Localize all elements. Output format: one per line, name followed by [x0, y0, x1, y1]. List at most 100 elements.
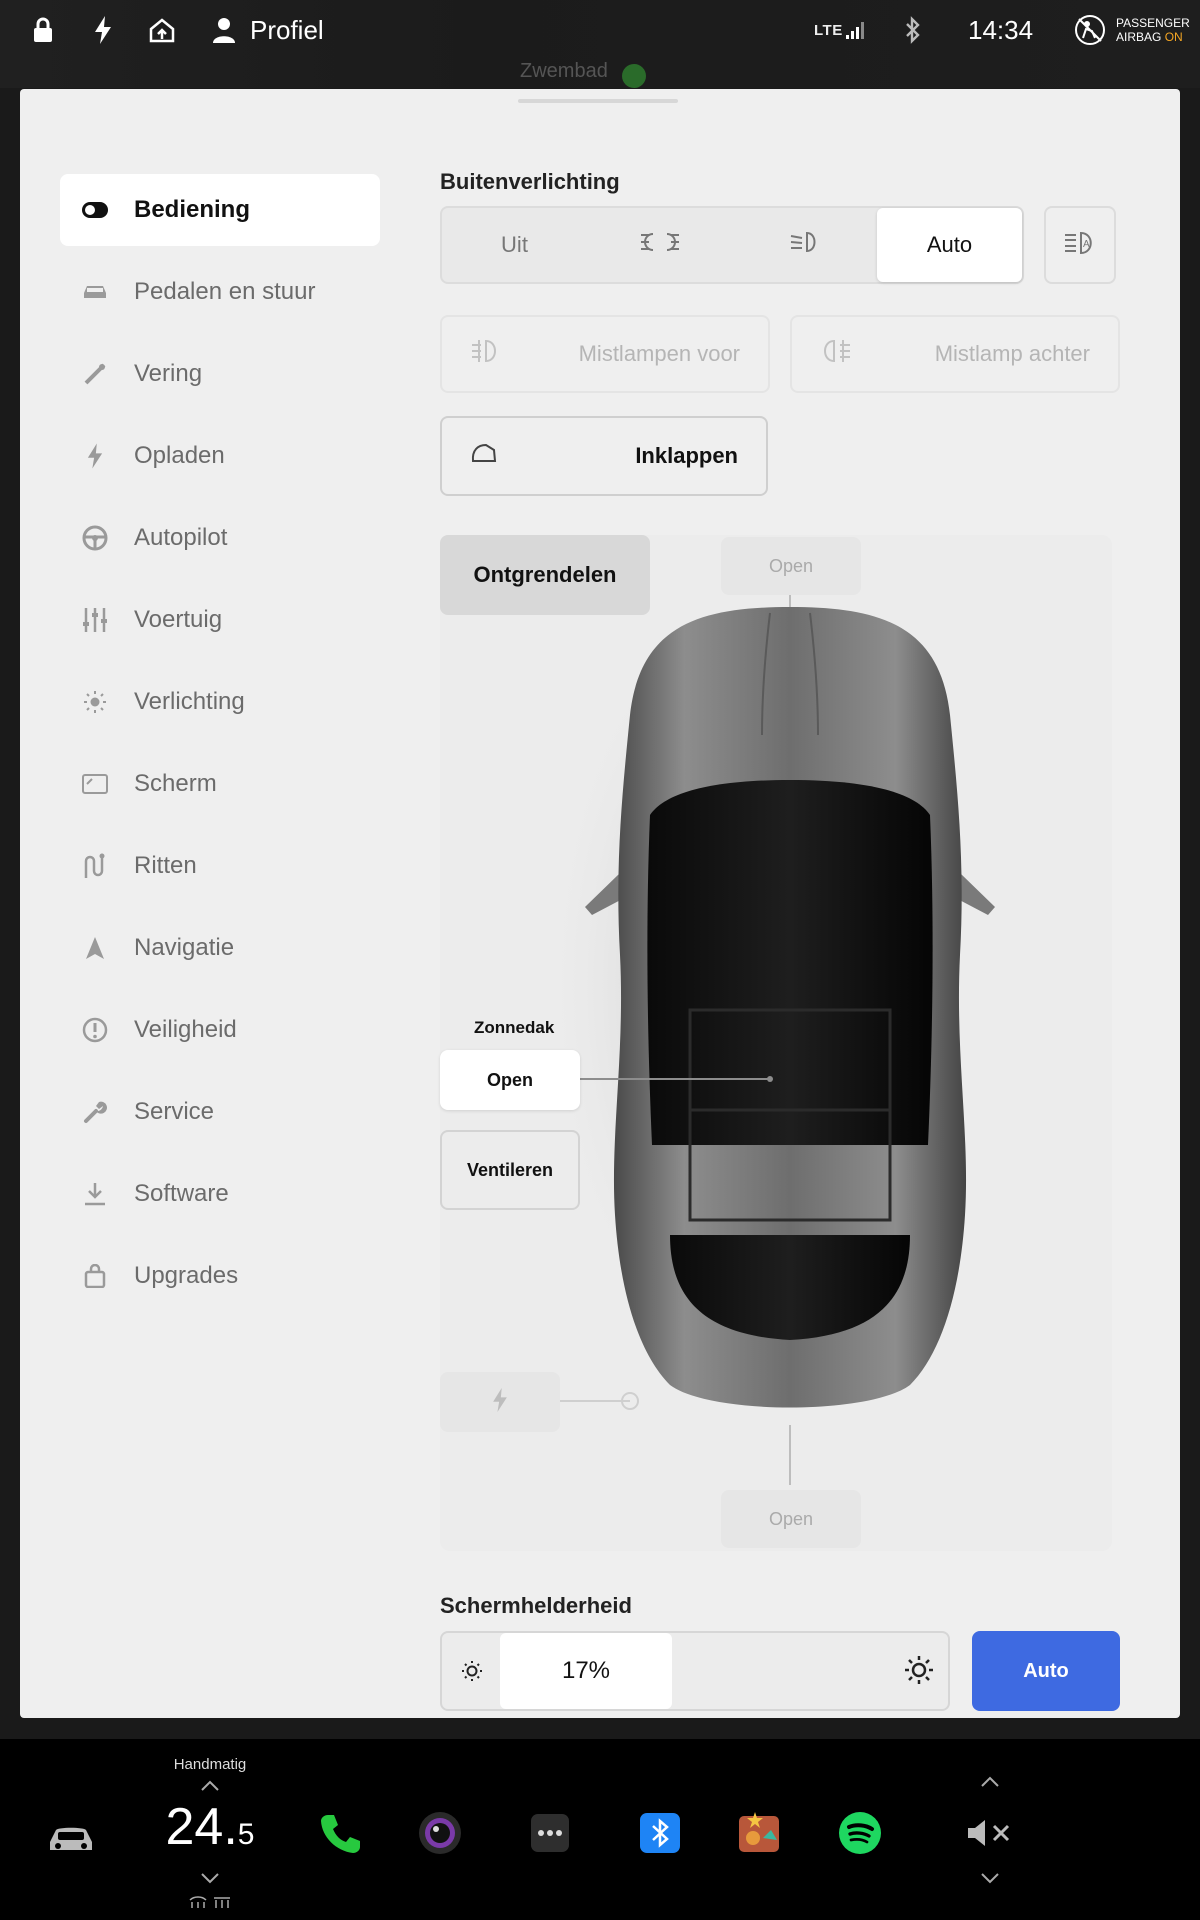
- auto-high-beam-button[interactable]: A: [1044, 206, 1116, 284]
- exterior-lighting-title: Buitenverlichting: [440, 169, 620, 194]
- brightness-slider[interactable]: 17%: [440, 1631, 950, 1711]
- lighting-lowbeam-option[interactable]: [732, 208, 877, 282]
- sidebar-item-label: Veiligheid: [134, 1016, 237, 1043]
- brightness-title: Schermhelderheid: [440, 1593, 632, 1618]
- sunroof-vent-button[interactable]: Ventileren: [440, 1130, 580, 1210]
- spotify-icon[interactable]: [832, 1805, 888, 1861]
- exterior-lighting-selector: Uit Auto: [440, 206, 1024, 284]
- map-label: Zwembad: [520, 60, 608, 82]
- sunroof-open-button[interactable]: Open: [440, 1050, 580, 1110]
- bluetooth-icon[interactable]: [632, 1805, 688, 1861]
- sidebar: Bediening Pedalen en stuur Vering Oplade…: [60, 174, 380, 1322]
- sliders-icon: [82, 607, 108, 633]
- controls-content: Buitenverlichting Uit Auto A Mistlampen …: [440, 89, 1140, 1718]
- phone-icon[interactable]: [312, 1805, 368, 1861]
- brightness-auto-button[interactable]: Auto: [972, 1631, 1120, 1711]
- seat-heater-icons[interactable]: [180, 1891, 240, 1913]
- screen-icon: [82, 771, 108, 797]
- temp-decimal: 5: [237, 1818, 255, 1851]
- sidebar-item-vering[interactable]: Vering: [60, 338, 380, 410]
- profile-button[interactable]: Profiel: [212, 0, 324, 60]
- lighting-off-option[interactable]: Uit: [442, 208, 587, 282]
- parking-lights-icon: [639, 231, 681, 259]
- sun-icon: [82, 689, 108, 715]
- charge-port-button[interactable]: [440, 1372, 560, 1432]
- sidebar-item-label: Scherm: [134, 770, 217, 797]
- temp-down-chevron-icon[interactable]: [195, 1867, 225, 1889]
- steering-wheel-icon: [82, 525, 108, 551]
- rear-fog-button[interactable]: Mistlamp achter: [790, 315, 1120, 393]
- mute-icon[interactable]: [960, 1809, 1020, 1857]
- user-icon: [212, 17, 236, 43]
- front-fog-icon: [470, 338, 502, 370]
- car-icon: [82, 279, 108, 305]
- sidebar-item-label: Vering: [134, 360, 203, 387]
- sidebar-item-service[interactable]: Service: [60, 1076, 380, 1148]
- sidebar-item-bediening[interactable]: Bediening: [60, 174, 380, 246]
- frunk-open-button[interactable]: Open: [721, 537, 861, 595]
- wrench-icon: [82, 1099, 108, 1125]
- profile-label: Profiel: [250, 14, 324, 45]
- more-icon[interactable]: [522, 1805, 578, 1861]
- bolt-icon: [492, 1387, 508, 1417]
- download-icon: [82, 1181, 108, 1207]
- volume-up-chevron-icon[interactable]: [975, 1771, 1005, 1793]
- cellular-status: LTE: [814, 0, 867, 60]
- car-icon[interactable]: [40, 1819, 102, 1861]
- unlock-button[interactable]: Ontgrendelen: [440, 535, 650, 615]
- sidebar-item-autopilot[interactable]: Autopilot: [60, 502, 380, 574]
- camera-icon[interactable]: [412, 1805, 468, 1861]
- toggle-icon: [82, 197, 108, 223]
- status-bar: Zwembad Profiel LTE 14:34 PASSENGER AIRB…: [0, 0, 1200, 88]
- front-fog-label: Mistlampen voor: [578, 341, 740, 366]
- brightness-high-icon: [904, 1655, 934, 1690]
- sidebar-item-label: Upgrades: [134, 1262, 239, 1289]
- passenger-airbag-status: PASSENGER AIRBAG ON: [1074, 0, 1190, 60]
- trunk-open-button[interactable]: Open: [721, 1490, 861, 1548]
- navigation-icon: [82, 935, 108, 961]
- sidebar-item-label: Pedalen en stuur: [134, 278, 316, 305]
- clock: 14:34: [968, 14, 1034, 45]
- sidebar-item-pedalen-en-stuur[interactable]: Pedalen en stuur: [60, 256, 380, 328]
- bluetooth-icon[interactable]: [904, 0, 922, 60]
- fold-mirrors-button[interactable]: Inklappen: [440, 416, 768, 496]
- climate-mode-label: Handmatig: [173, 1756, 247, 1773]
- brightness-value: 17%: [500, 1633, 672, 1709]
- sidebar-item-label: Ritten: [134, 852, 197, 879]
- sidebar-item-verlichting[interactable]: Verlichting: [60, 666, 380, 738]
- svg-text:A: A: [1083, 239, 1090, 250]
- sidebar-item-software[interactable]: Software: [60, 1158, 380, 1230]
- sidebar-item-upgrades[interactable]: Upgrades: [60, 1240, 380, 1312]
- sidebar-item-navigatie[interactable]: Navigatie: [60, 912, 380, 984]
- lighting-parking-option[interactable]: [587, 208, 732, 282]
- sidebar-item-opladen[interactable]: Opladen: [60, 420, 380, 492]
- airbag-icon: [1074, 14, 1106, 46]
- games-icon[interactable]: [732, 1805, 788, 1861]
- front-fog-button[interactable]: Mistlampen voor: [440, 315, 770, 393]
- bag-icon: [82, 1263, 108, 1289]
- sidebar-item-ritten[interactable]: Ritten: [60, 830, 380, 902]
- rear-fog-label: Mistlamp achter: [934, 341, 1090, 366]
- volume-down-chevron-icon[interactable]: [975, 1867, 1005, 1889]
- sidebar-item-label: Verlichting: [134, 688, 245, 715]
- lock-icon[interactable]: [32, 0, 54, 60]
- fold-mirrors-label: Inklappen: [635, 443, 738, 468]
- suspension-icon: [82, 361, 108, 387]
- cabin-temperature[interactable]: 24.5: [150, 1797, 270, 1857]
- mirror-icon: [470, 442, 498, 470]
- network-label: LTE: [814, 21, 843, 39]
- bolt-icon: [82, 443, 108, 469]
- sidebar-item-scherm[interactable]: Scherm: [60, 748, 380, 820]
- map-pin-icon: [622, 64, 646, 88]
- bottom-dock: Handmatig 24.5: [0, 1739, 1200, 1920]
- lighting-auto-option[interactable]: Auto: [877, 208, 1022, 282]
- sunroof-title: Zonnedak: [474, 1018, 555, 1037]
- sidebar-item-label: Voertuig: [134, 606, 223, 633]
- rear-fog-icon: [820, 338, 852, 370]
- temp-up-chevron-icon[interactable]: [195, 1775, 225, 1797]
- low-beam-icon: [789, 230, 821, 260]
- sidebar-item-voertuig[interactable]: Voertuig: [60, 584, 380, 656]
- sidebar-item-veiligheid[interactable]: Veiligheid: [60, 994, 380, 1066]
- airbag-status: ON: [1164, 30, 1183, 44]
- home-icon[interactable]: [148, 0, 176, 60]
